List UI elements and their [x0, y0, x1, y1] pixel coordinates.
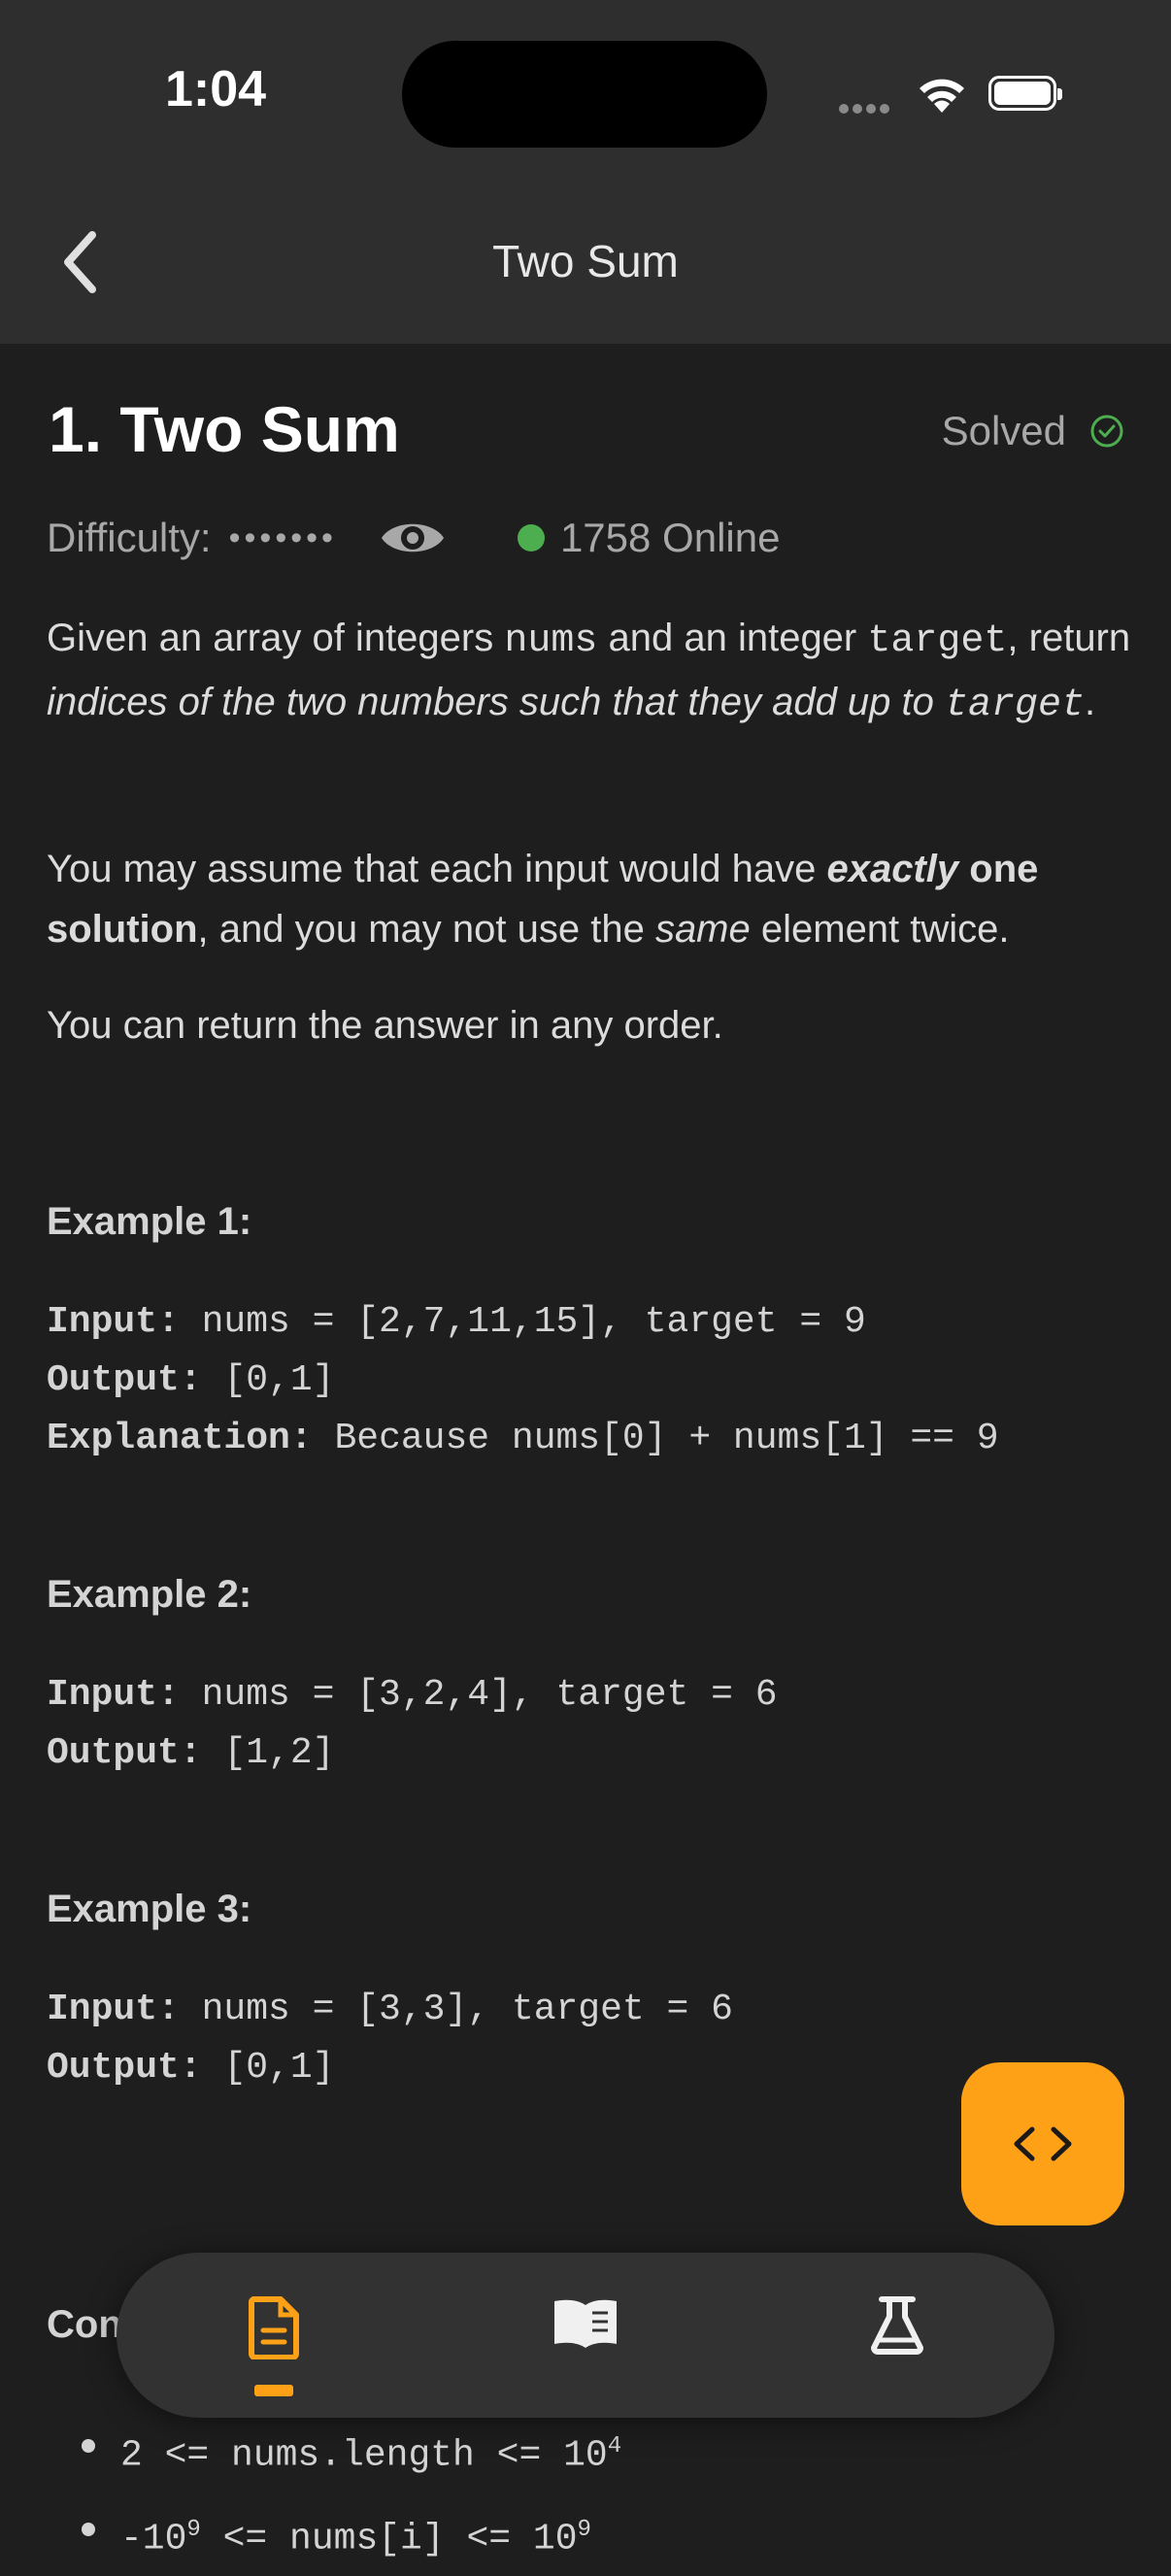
solved-label: Solved [941, 408, 1066, 453]
tab-editorial[interactable] [547, 2295, 624, 2373]
bottom-tab-bar [117, 2253, 1054, 2418]
top-bar: 1:04 Two Sum [0, 0, 1171, 344]
constraints-list: 2 <= nums.length <= 104 -109 <= nums[i] … [81, 2410, 621, 2576]
tab-testcases[interactable] [858, 2295, 936, 2373]
example-heading: Example 2: [47, 1573, 252, 1616]
example-heading: Example 1: [47, 1200, 252, 1243]
difficulty-label: Difficulty: [47, 515, 212, 560]
editorial-book-icon [554, 2299, 617, 2348]
nav-title: Two Sum [492, 236, 679, 286]
description-paragraph-1: Given an array of integers nums and an i… [47, 617, 1131, 727]
status-time: 1:04 [165, 61, 267, 117]
test-flask-icon [871, 2296, 923, 2355]
battery-icon [988, 76, 1062, 111]
code-brackets-icon [1014, 2126, 1072, 2161]
description-paragraph-3: You can return the answer in any order. [47, 1004, 723, 1047]
tab-description[interactable] [235, 2295, 313, 2373]
example-block: Input: nums = [2,7,11,15], target = 9 Ou… [47, 1301, 999, 1459]
problem-meta: Difficulty: ••••••• 1758 Online [47, 515, 780, 561]
difficulty-hidden-value: ••••••• [228, 519, 337, 556]
wifi-icon [920, 79, 964, 113]
problem-title: 1. Two Sum [49, 393, 400, 465]
solved-status: Solved [942, 408, 1124, 454]
online-count: 1758 Online [559, 515, 781, 560]
eye-icon[interactable] [380, 516, 446, 560]
list-item: 2 <= nums.length <= 104 [81, 2410, 621, 2493]
check-circle-icon [1090, 415, 1123, 448]
code-editor-button[interactable] [961, 2062, 1124, 2225]
online-status-dot [517, 524, 545, 552]
example-block: Input: nums = [3,2,4], target = 6 Output… [47, 1674, 778, 1774]
list-item: -109 <= nums[i] <= 109 [81, 2493, 621, 2576]
dynamic-island [402, 41, 767, 148]
example-heading: Example 3: [47, 1888, 252, 1930]
description-paragraph-2: You may assume that each input would hav… [47, 848, 1039, 951]
active-tab-indicator [254, 2385, 293, 2396]
constraints-heading: Con [47, 2303, 122, 2346]
example-block: Input: nums = [3,3], target = 6 Output: … [47, 1989, 733, 2089]
description-icon [248, 2296, 299, 2359]
cellular-signal-icon [839, 101, 893, 118]
